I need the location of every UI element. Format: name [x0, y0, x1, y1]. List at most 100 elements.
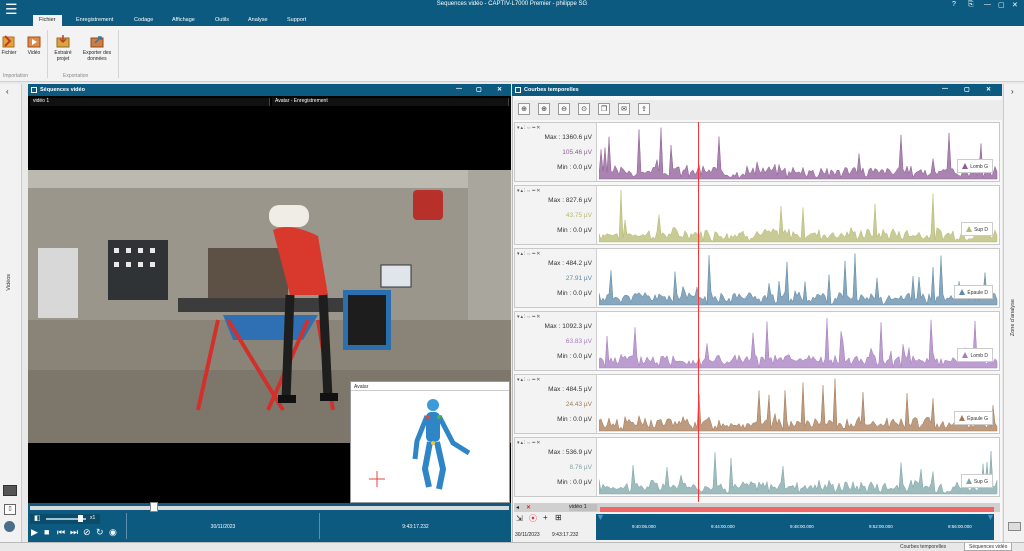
phone-icon[interactable]: ▯	[4, 504, 16, 515]
import-file-button[interactable]: Fichier	[0, 34, 22, 56]
import-video-button[interactable]: Vidéo	[21, 34, 47, 56]
curve-channel-tag[interactable]: Sup G	[960, 474, 993, 488]
timeline-tick: 9:52:00.000	[869, 524, 893, 529]
comment-icon[interactable]: ✉	[618, 103, 630, 115]
volume-slider[interactable]: ◧ x1	[30, 514, 100, 524]
curve-plot[interactable]	[599, 438, 999, 496]
tab-fichier[interactable]: Fichier	[33, 15, 62, 26]
seek-bar[interactable]	[30, 506, 509, 510]
curve-channel-tag[interactable]: Sup D	[961, 222, 993, 236]
tab-outils[interactable]: Outils	[209, 15, 235, 26]
collapse-left-icon[interactable]: ‹	[6, 87, 9, 96]
curve-row-toolbar[interactable]: ▾▴⫶⇔━✕	[517, 251, 541, 257]
curve-channel-tag[interactable]: Lomb G	[957, 159, 993, 173]
videos-dock-label[interactable]: Vidéos	[6, 274, 12, 291]
panel-close-button[interactable]: ✕	[497, 86, 502, 93]
timeline-remove-icon[interactable]: ✕	[526, 504, 531, 511]
curve-plot[interactable]	[599, 123, 999, 181]
curve-plot[interactable]	[599, 312, 999, 370]
timeline-label: vidéo 1	[569, 504, 597, 511]
layout-icon[interactable]	[1008, 522, 1021, 531]
curve-row[interactable]: ▾▴⫶⇔━✕ Max : 536.9 µV 8.76 µV Min : 0.0 µV S…	[514, 437, 1000, 497]
curve-max: Max : 1092.3 µV	[544, 323, 592, 330]
hamburger-menu-icon[interactable]: ☰	[5, 2, 19, 22]
volume-thumb[interactable]	[78, 515, 83, 522]
collapse-right-icon[interactable]: ›	[1011, 87, 1014, 96]
tab-support[interactable]: Support	[281, 15, 312, 26]
tab-enregistrement[interactable]: Enregistrement	[70, 15, 119, 26]
timeline-grid-icon[interactable]: ⊞	[555, 513, 562, 522]
curve-min: Min : 0.0 µV	[557, 290, 592, 297]
curve-channel-tag[interactable]: Épaule D	[954, 285, 993, 299]
video-panel-header: Séquences vidéo — ▢ ✕	[28, 84, 511, 96]
zoom-in-x-icon[interactable]: ⊕	[538, 103, 550, 115]
play-icon[interactable]: ▶	[31, 527, 38, 538]
tab-codage[interactable]: Codage	[128, 15, 159, 26]
curve-row[interactable]: ▾▴⫶⇔━✕ Max : 1092.3 µV 63.83 µV Min : 0.0 µ…	[514, 311, 1000, 371]
video-date: 30/11/2023	[126, 513, 319, 539]
curves-maximize-button[interactable]: ▢	[964, 86, 970, 93]
snapshot-icon[interactable]: ◉	[109, 527, 117, 538]
copy-icon[interactable]: ❐	[598, 103, 610, 115]
loop-icon[interactable]: ↻	[96, 527, 104, 538]
curve-channel-tag[interactable]: Lomb D	[957, 348, 993, 362]
help-icon[interactable]: ?	[952, 1, 956, 8]
curve-channel-label: Épaule G	[967, 416, 988, 422]
curve-row[interactable]: ▾▴⫶⇔━✕ Max : 1360.6 µV 105.46 µV Min : 0.0 …	[514, 122, 1000, 182]
curve-info: ▾▴⫶⇔━✕ Max : 484.2 µV 27.91 µV Min : 0.0 µV	[515, 249, 597, 307]
curve-max: Max : 827.6 µV	[548, 197, 592, 204]
timeline-marker-icon[interactable]: ⦿	[529, 513, 537, 524]
curve-row-toolbar[interactable]: ▾▴⫶⇔━✕	[517, 377, 541, 383]
emg-signal	[599, 450, 998, 495]
timeline-start-handle[interactable]: ▼	[596, 512, 605, 522]
curve-plot[interactable]	[599, 249, 999, 307]
zoom-reset-icon[interactable]: ⊙	[578, 103, 590, 115]
curve-row-toolbar[interactable]: ▾▴⫶⇔━✕	[517, 188, 541, 194]
curve-info: ▾▴⫶⇔━✕ Max : 1092.3 µV 63.83 µV Min : 0.0 µ…	[515, 312, 597, 370]
stop-icon[interactable]: ■	[44, 527, 49, 537]
time-cursor[interactable]	[698, 122, 699, 502]
video-label-left: vidéo 1	[30, 98, 270, 106]
close-button[interactable]: ✕	[1012, 1, 1018, 9]
curve-row[interactable]: ▾▴⫶⇔━✕ Max : 827.6 µV 43.75 µV Min : 0.0 µV…	[514, 185, 1000, 245]
curve-row[interactable]: ▾▴⫶⇔━✕ Max : 484.5 µV 24.43 µV Min : 0.0 µV…	[514, 374, 1000, 434]
curve-plot[interactable]	[599, 186, 999, 244]
minimize-button[interactable]: —	[984, 1, 991, 8]
curve-max: Max : 1360.6 µV	[544, 134, 592, 141]
restore-icon[interactable]: ⎘	[968, 1, 974, 9]
export-icon[interactable]: ⇪	[638, 103, 650, 115]
curve-plot[interactable]	[599, 375, 999, 433]
tab-affichage[interactable]: Affichage	[166, 15, 201, 26]
panel-maximize-button[interactable]: ▢	[476, 86, 482, 93]
analysis-zone-dock-label[interactable]: Zone d'analyse	[1010, 299, 1016, 336]
next-frame-icon[interactable]: ⏭	[70, 527, 78, 538]
maximize-button[interactable]: ▢	[998, 1, 1005, 9]
curves-close-button[interactable]: ✕	[986, 86, 991, 93]
curve-row-toolbar[interactable]: ▾▴⫶⇔━✕	[517, 314, 541, 320]
thumbnail-icon[interactable]	[3, 485, 17, 496]
export-data-button[interactable]: Exporter des données	[82, 34, 112, 62]
timeline-tick: 9:48:00.000	[790, 524, 814, 529]
curve-row-toolbar[interactable]: ▾▴⫶⇔━✕	[517, 440, 541, 446]
curve-average: 63.83 µV	[565, 338, 592, 345]
zoom-in-icon[interactable]: ⊕	[518, 103, 530, 115]
timeline-lock-icon[interactable]: ⇲	[516, 514, 523, 523]
zoom-out-icon[interactable]: ⊖	[558, 103, 570, 115]
avatar-panel[interactable]: Avatar	[350, 381, 510, 503]
extract-project-button[interactable]: Extrairé projet	[50, 34, 76, 62]
timeline-collapse-icon[interactable]: ◂	[516, 504, 519, 511]
record-icon[interactable]: ⊘	[83, 527, 91, 538]
timeline-end-handle[interactable]: ▼	[986, 512, 995, 522]
curve-average: 24.43 µV	[565, 401, 592, 408]
globe-icon[interactable]	[4, 521, 15, 532]
tab-analyse[interactable]: Analyse	[242, 15, 274, 26]
curve-channel-tag[interactable]: Épaule G	[954, 411, 993, 425]
seek-thumb[interactable]	[150, 502, 158, 512]
curve-row-toolbar[interactable]: ▾▴⫶⇔━✕	[517, 125, 541, 131]
curve-row[interactable]: ▾▴⫶⇔━✕ Max : 484.2 µV 27.91 µV Min : 0.0 µV…	[514, 248, 1000, 308]
panel-minimize-button[interactable]: —	[456, 86, 462, 92]
timeline-selection[interactable]	[600, 507, 994, 512]
curves-minimize-button[interactable]: —	[942, 86, 948, 92]
prev-frame-icon[interactable]: ⏮	[57, 527, 65, 538]
timeline-add-icon[interactable]: +	[543, 513, 548, 522]
